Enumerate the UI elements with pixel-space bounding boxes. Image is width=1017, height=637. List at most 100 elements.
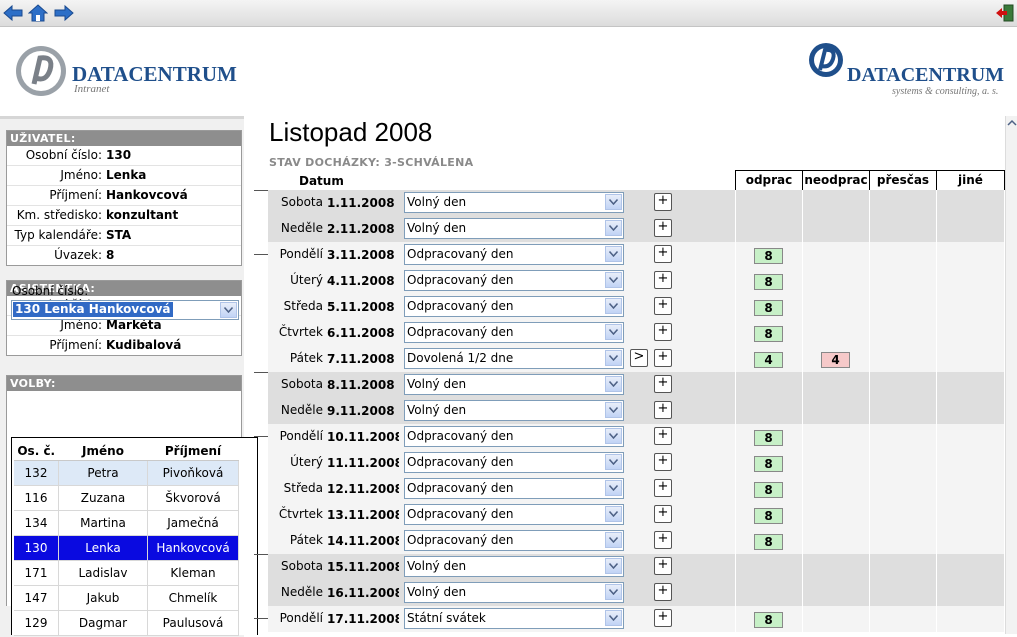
add-entry-button[interactable]: + <box>654 557 672 575</box>
add-entry-button[interactable]: + <box>654 193 672 211</box>
day-type-value: Odpracovaný den <box>407 325 514 339</box>
day-type-select[interactable]: Odpracovaný den <box>404 504 624 525</box>
chevron-down-icon[interactable] <box>605 402 622 418</box>
day-type-select[interactable]: Odpracovaný den <box>404 296 624 317</box>
add-entry-button[interactable]: + <box>654 609 672 627</box>
home-icon[interactable] <box>27 2 49 24</box>
logout-icon[interactable] <box>994 2 1016 24</box>
page-title: Listopad 2008 <box>269 117 433 147</box>
calendar-row: Sobota 1.11.2008 Volný den + <box>268 190 1004 216</box>
day-type-select[interactable]: Odpracovaný den <box>404 426 624 447</box>
forward-arrow-icon[interactable] <box>53 2 75 24</box>
split-day-button[interactable]: > <box>630 349 648 367</box>
hours-cells <box>734 216 1004 242</box>
dropdown-cell: Kleman <box>147 560 239 586</box>
hours-cell <box>735 216 802 242</box>
chevron-down-icon[interactable] <box>605 376 622 392</box>
employee-select[interactable]: 130 Lenka Hankovcová <box>11 300 239 320</box>
chevron-down-icon[interactable] <box>605 246 622 262</box>
dropdown-option[interactable]: 132 Petra Pivoňková <box>14 460 239 486</box>
day-type-select[interactable]: Volný den <box>404 218 624 239</box>
day-type-select[interactable]: Odpracovaný den <box>404 322 624 343</box>
add-entry-button[interactable]: + <box>654 271 672 289</box>
add-entry-button[interactable]: + <box>654 323 672 341</box>
day-type-select[interactable]: Odpracovaný den <box>404 478 624 499</box>
chevron-down-icon[interactable] <box>605 584 622 600</box>
chevron-down-icon[interactable] <box>605 272 622 288</box>
day-type-select[interactable]: Odpracovaný den <box>404 244 624 265</box>
chevron-down-icon[interactable] <box>605 558 622 574</box>
add-entry-button[interactable]: + <box>654 453 672 471</box>
add-entry-button[interactable]: + <box>654 349 672 367</box>
date-value: 8.11.2008 <box>327 378 395 392</box>
dropdown-option[interactable]: 134 Martina Jamečná <box>14 510 239 536</box>
day-type-select[interactable]: Volný den <box>404 582 624 603</box>
hours-cell <box>869 606 936 632</box>
chevron-down-icon[interactable] <box>605 428 622 444</box>
chevron-down-icon[interactable] <box>605 220 622 236</box>
chevron-down-icon[interactable] <box>605 610 622 626</box>
day-type-select[interactable]: Volný den <box>404 556 624 577</box>
employee-dropdown-list[interactable]: Os. č. Jméno Příjmení 132 Petra Pivoňková 116… <box>11 437 258 636</box>
day-type-select[interactable]: Dovolená 1/2 dne <box>404 348 624 369</box>
day-type-select[interactable]: Volný den <box>404 374 624 395</box>
hours-cell <box>802 528 869 554</box>
chevron-down-icon[interactable] <box>605 324 622 340</box>
hours-cell <box>802 190 869 216</box>
dropdown-option[interactable]: 116 Zuzana Škvorová <box>14 485 239 511</box>
chevron-down-icon[interactable] <box>605 298 622 314</box>
calendar-row: Sobota 15.11.2008 Volný den + <box>268 554 1004 580</box>
dropdown-cell: 132 <box>14 460 59 486</box>
hours-cell <box>869 216 936 242</box>
add-entry-button[interactable]: + <box>654 583 672 601</box>
dropdown-option[interactable]: 147 Jakub Chmelík <box>14 585 239 611</box>
hours-cell <box>802 424 869 450</box>
worked-hours-value: 8 <box>754 508 783 524</box>
chevron-down-icon[interactable] <box>605 350 622 366</box>
non-worked-hours-value: 4 <box>821 352 850 368</box>
dropdown-option[interactable]: 129 Dagmar Paulusová <box>14 610 239 636</box>
info-label: Typ kalendáře: <box>14 228 102 242</box>
chevron-down-icon[interactable] <box>605 480 622 496</box>
back-arrow-icon[interactable] <box>2 2 24 24</box>
day-type-select[interactable]: Odpracovaný den <box>404 530 624 551</box>
dropdown-option[interactable]: 130 Lenka Hankovcová <box>14 535 239 561</box>
calendar-row: Pátek 7.11.2008 Dovolená 1/2 dne > +4 4 <box>268 346 1004 372</box>
hours-cell <box>936 398 1004 424</box>
day-name: Sobota <box>281 195 323 209</box>
dropdown-option[interactable]: 171 Ladislav Kleman <box>14 560 239 586</box>
add-entry-button[interactable]: + <box>654 505 672 523</box>
add-entry-button[interactable]: + <box>654 427 672 445</box>
date-value: 2.11.2008 <box>327 222 395 236</box>
day-type-value: Odpracovaný den <box>407 247 514 261</box>
add-entry-button[interactable]: + <box>654 297 672 315</box>
day-type-select[interactable]: Státní svátek <box>404 608 624 629</box>
hours-cell <box>936 502 1004 528</box>
day-type-select[interactable]: Odpracovaný den <box>404 452 624 473</box>
chevron-down-icon[interactable] <box>605 532 622 548</box>
datacentrum-intranet-logo: DATACENTRUM Intranet <box>14 44 237 99</box>
add-entry-button[interactable]: + <box>654 245 672 263</box>
date-value: 6.11.2008 <box>327 326 395 340</box>
add-entry-button[interactable]: + <box>654 401 672 419</box>
add-entry-button[interactable]: + <box>654 479 672 497</box>
day-type-select[interactable]: Volný den <box>404 400 624 421</box>
chevron-down-icon[interactable] <box>605 506 622 522</box>
add-entry-button[interactable]: + <box>654 531 672 549</box>
date-value: 15.11.2008 <box>327 560 399 574</box>
day-type-select[interactable]: Volný den <box>404 192 624 213</box>
date-value: 16.11.2008 <box>327 586 399 600</box>
dropdown-cell: Jamečná <box>147 510 239 536</box>
brand-subtitle: Intranet <box>74 83 110 95</box>
hours-cells <box>734 190 1004 216</box>
dropdown-cell: Jakub <box>58 585 148 611</box>
chevron-down-icon[interactable] <box>605 194 622 210</box>
chevron-down-icon[interactable] <box>220 302 237 318</box>
chevron-down-icon[interactable] <box>605 454 622 470</box>
day-type-select[interactable]: Odpracovaný den <box>404 270 624 291</box>
hours-cells: 8 <box>734 424 1004 450</box>
vertical-scrollbar[interactable] <box>1005 116 1017 634</box>
add-entry-button[interactable]: + <box>654 219 672 237</box>
add-entry-button[interactable]: + <box>654 375 672 393</box>
hours-cell <box>869 268 936 294</box>
